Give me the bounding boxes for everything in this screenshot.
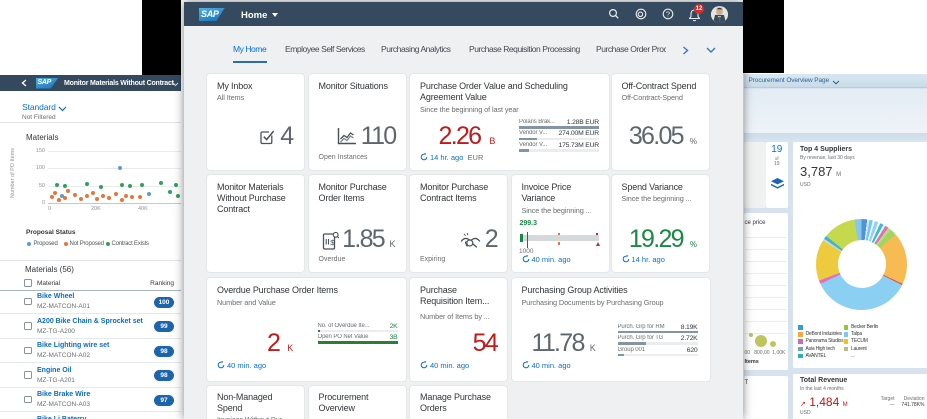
svg-text:?: ? [665, 10, 669, 19]
